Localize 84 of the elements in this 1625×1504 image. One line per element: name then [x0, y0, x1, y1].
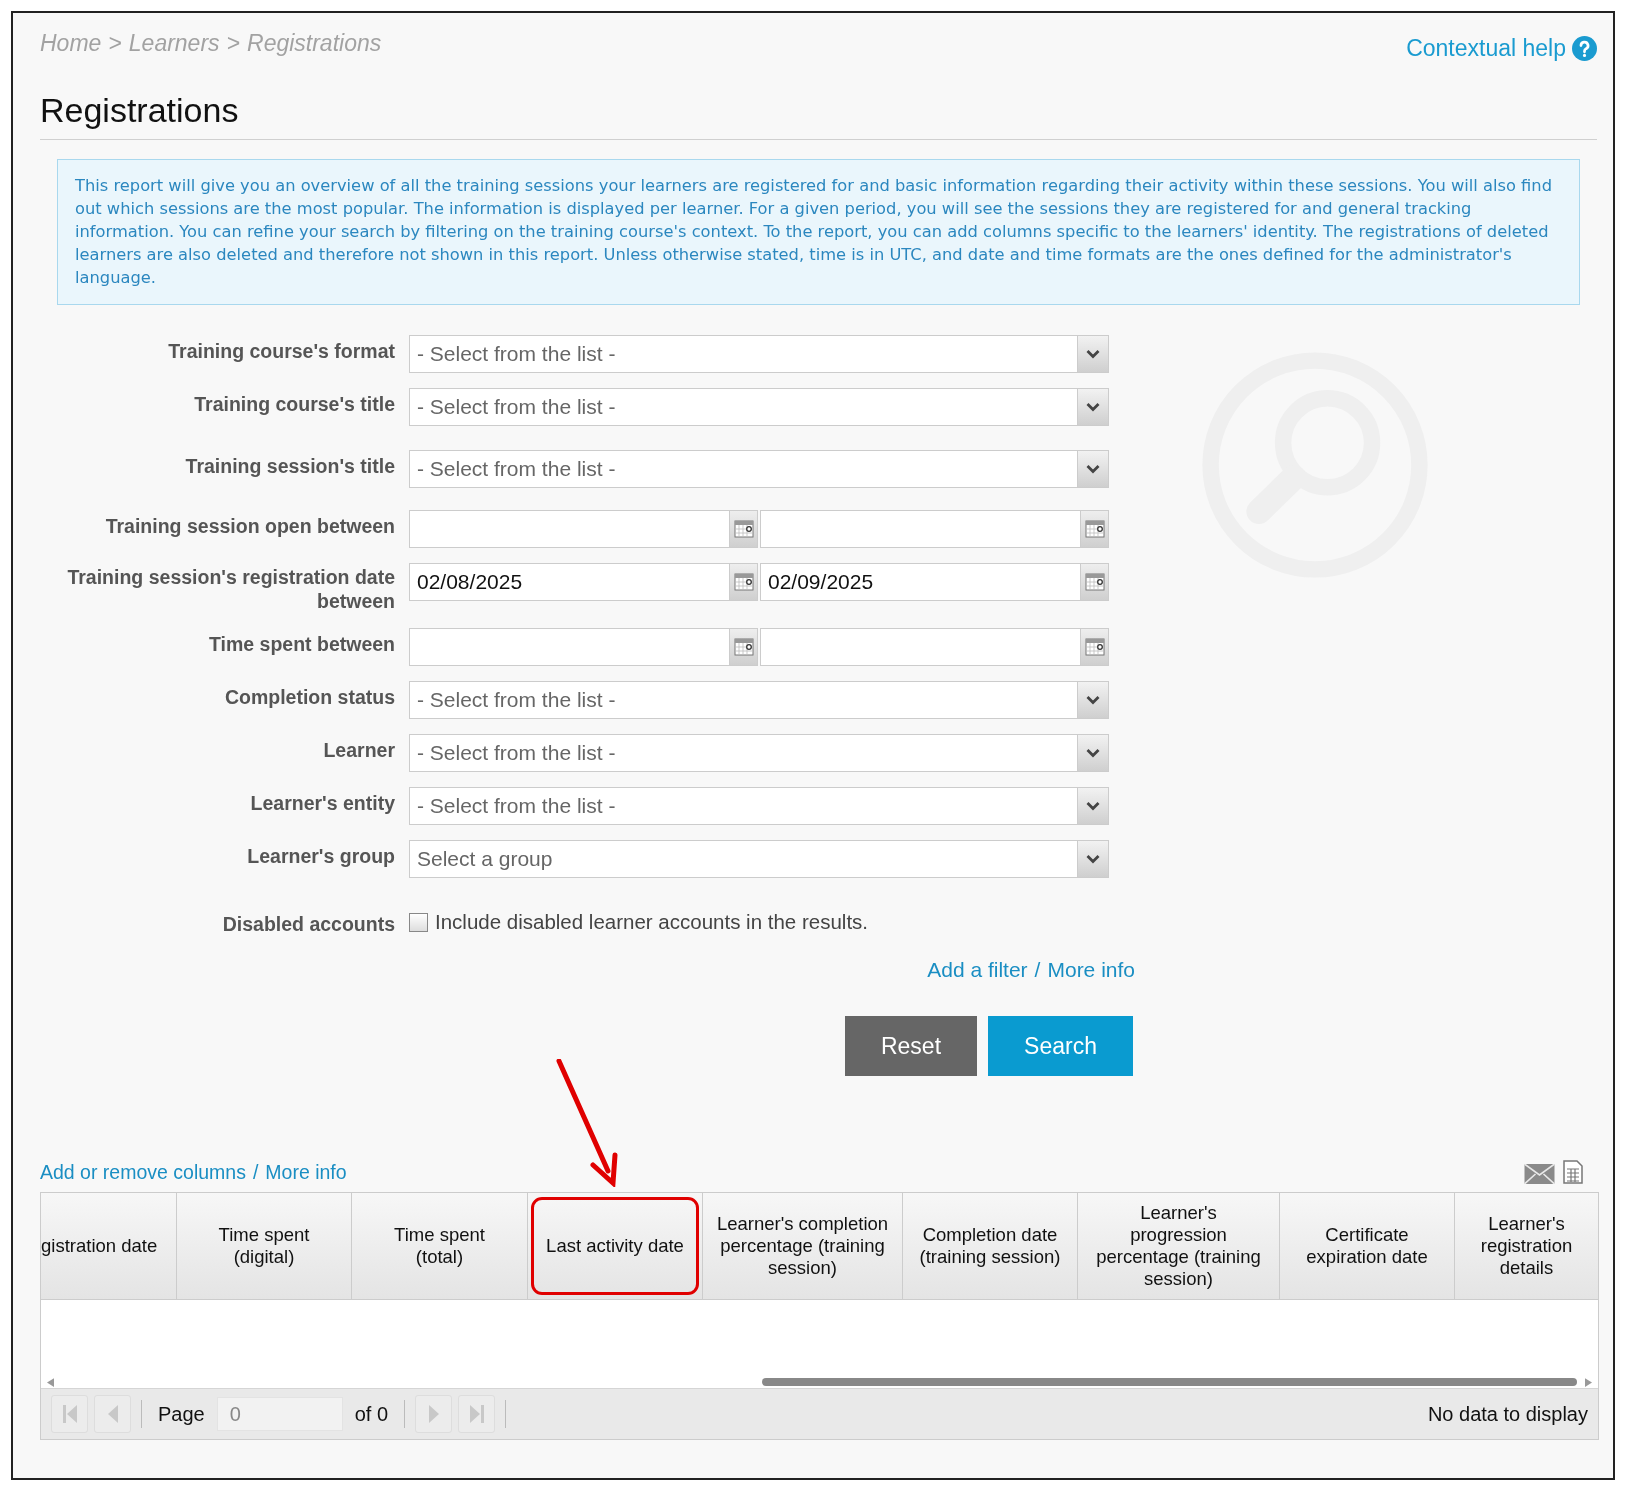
scroll-left-icon[interactable]: [47, 1377, 54, 1387]
column-link[interactable]: More info: [265, 1161, 347, 1184]
column-header[interactable]: Certificate expiration date: [1280, 1193, 1455, 1299]
filter-link[interactable]: Add a filter: [927, 958, 1028, 982]
calendar-icon: [733, 573, 754, 591]
calendar-icon: [733, 638, 754, 656]
calendar-button[interactable]: [1080, 628, 1109, 666]
page-title: Registrations: [40, 90, 240, 130]
chevron-down-icon: [1086, 801, 1100, 811]
previous-page-icon: [106, 1404, 119, 1424]
column-header[interactable]: Learner's progression percentage (training session): [1078, 1193, 1280, 1299]
calendar-button[interactable]: [729, 510, 758, 548]
column-header[interactable]: Time spent (total): [352, 1193, 528, 1299]
filter-label: Training session's registration date between: [66, 565, 396, 613]
chevron-down-icon: [1086, 695, 1100, 705]
filter-label: Training session open between: [104, 514, 396, 538]
column-header[interactable]: Learner's registration details: [1455, 1193, 1598, 1299]
scrollbar-thumb[interactable]: [762, 1378, 1577, 1386]
column-header[interactable]: gistration date: [41, 1193, 177, 1299]
spreadsheet-icon[interactable]: [1563, 1160, 1583, 1184]
calendar-button[interactable]: [729, 628, 758, 666]
dropdown-field[interactable]: Select a group: [409, 840, 1109, 878]
calendar-button[interactable]: [729, 563, 758, 601]
calendar-icon: [1084, 520, 1105, 538]
dropdown-field[interactable]: - Select from the list -: [409, 681, 1109, 719]
calendar-button[interactable]: [1080, 510, 1109, 548]
last-page-button[interactable]: [458, 1395, 496, 1433]
pager-status: No data to display: [1427, 1402, 1588, 1426]
checkbox-label[interactable]: Include disabled learner accounts in the results.: [435, 910, 869, 934]
dropdown-field[interactable]: - Select from the list -: [409, 450, 1109, 488]
breadcrumb-separator: >: [108, 30, 122, 57]
link-separator: /: [1034, 958, 1041, 982]
chevron-down-icon: [1086, 402, 1100, 412]
date-field[interactable]: [409, 510, 729, 548]
calendar-button[interactable]: [1080, 563, 1109, 601]
date-field[interactable]: [760, 628, 1080, 666]
date-field[interactable]: 02/08/2025: [409, 563, 729, 601]
filter-link[interactable]: More info: [1047, 958, 1135, 982]
search-button[interactable]: Search: [988, 1016, 1133, 1076]
breadcrumb-separator: >: [226, 30, 240, 57]
dropdown-field[interactable]: - Select from the list -: [409, 734, 1109, 772]
chevron-down-icon: [1086, 349, 1100, 359]
column-header[interactable]: Time spent (digital): [177, 1193, 352, 1299]
dropdown-field[interactable]: - Select from the list -: [409, 388, 1109, 426]
column-header[interactable]: Last activity date: [528, 1193, 703, 1299]
dropdown-field[interactable]: - Select from the list -: [409, 335, 1109, 373]
filter-label: Learner's group: [246, 844, 396, 868]
chevron-down-icon: [1086, 464, 1100, 474]
filter-label: Disabled accounts: [221, 912, 396, 936]
filter-label: Learner's entity: [249, 791, 396, 815]
filter-label: Training course's format: [167, 339, 396, 363]
date-field[interactable]: [409, 628, 729, 666]
date-field[interactable]: 02/09/2025: [760, 563, 1080, 601]
column-header[interactable]: Completion date (training session): [903, 1193, 1078, 1299]
filter-label: Time spent between: [207, 632, 396, 656]
filter-label: Training session's title: [184, 454, 396, 478]
last-page-icon: [467, 1404, 486, 1424]
page-count: of 0: [354, 1402, 389, 1426]
date-field[interactable]: [760, 510, 1080, 548]
contextual-help-link[interactable]: Contextual help: [1406, 35, 1566, 62]
dropdown-field[interactable]: - Select from the list -: [409, 787, 1109, 825]
help-icon[interactable]: [1572, 36, 1597, 61]
filter-label: Learner: [322, 738, 396, 762]
info-message: This report will give you an overview of all the training sessions your learners are registered for and basic information regarding their activity within these sessions. You will also find out which sessions are the most popular. The information is displayed per learner. For a given period, you will see the sessions they are registered for and general tracking information. You can refine your search by filtering on the training course's context. To the report, you can add columns specific to the learners' identity. The registrations of deleted learners are also deleted and therefore not shown in this report. Unless otherwise stated, time is in UTC, and date and time formats are the ones defined for the administrator's language.: [57, 159, 1580, 305]
filter-label: Training course's title: [193, 392, 396, 416]
page-label: Page: [158, 1402, 205, 1426]
calendar-icon: [733, 520, 754, 538]
next-page-button[interactable]: [415, 1395, 453, 1433]
calendar-icon: [1084, 573, 1105, 591]
link-separator: /: [252, 1161, 259, 1184]
envelope-icon[interactable]: [1524, 1164, 1555, 1184]
previous-page-button[interactable]: [94, 1395, 131, 1433]
first-page-button[interactable]: [51, 1395, 88, 1433]
chevron-down-icon: [1086, 854, 1100, 864]
scroll-right-icon[interactable]: [1585, 1377, 1592, 1387]
next-page-icon: [427, 1404, 440, 1424]
chevron-down-icon: [1086, 748, 1100, 758]
calendar-icon: [1084, 638, 1105, 656]
reset-button[interactable]: Reset: [845, 1016, 977, 1076]
column-header[interactable]: Learner's completion percentage (training session): [703, 1193, 903, 1299]
first-page-icon: [60, 1404, 79, 1424]
column-link[interactable]: Add or remove columns: [40, 1161, 246, 1184]
checkbox[interactable]: [409, 912, 428, 932]
filter-label: Completion status: [223, 685, 396, 709]
